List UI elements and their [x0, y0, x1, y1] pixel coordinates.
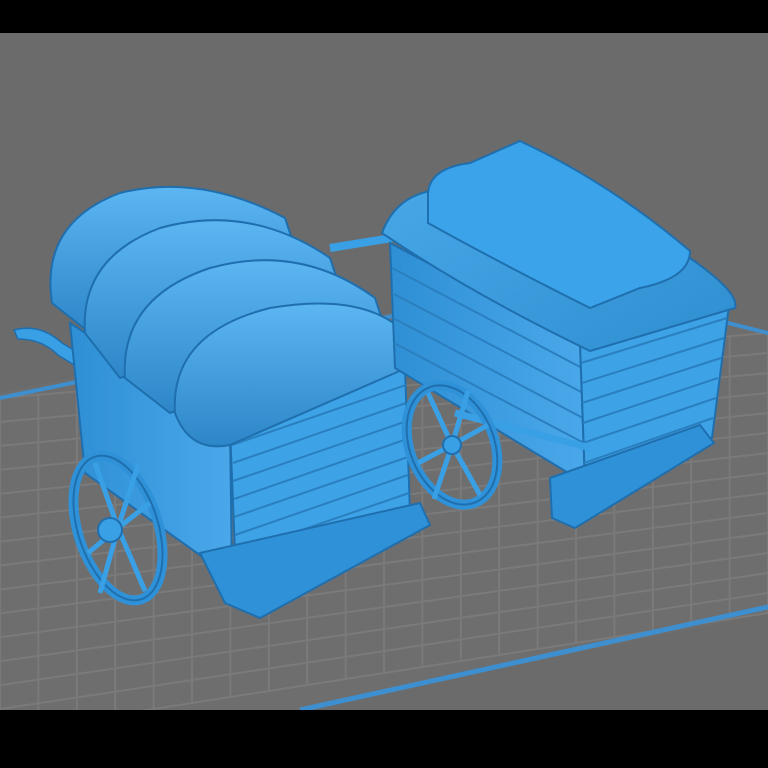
- letterbox-top: [0, 0, 768, 33]
- 3d-viewport[interactable]: [0, 33, 768, 710]
- wagon2-rail: [329, 234, 393, 252]
- letterbox-bottom: [0, 710, 768, 768]
- viewport-canvas[interactable]: [0, 33, 768, 710]
